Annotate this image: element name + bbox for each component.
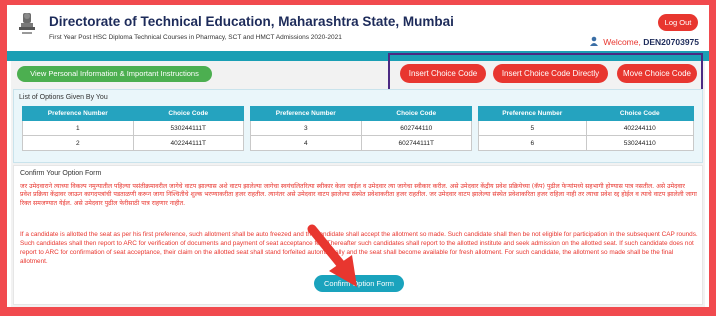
preference-table-1: Preference Number Choice Code 1 53024411… (22, 106, 244, 151)
table-row: 4 602744111T (250, 135, 472, 151)
preference-number: 2 (22, 135, 134, 151)
marathi-instructions: जर उमेदवाराने त्याच्या विकल्प नमुन्यातील… (20, 183, 697, 207)
username: DEN20703975 (643, 37, 699, 47)
confirm-section-title: Confirm Your Option Form (20, 170, 102, 177)
emblem-logo (19, 13, 35, 34)
preference-table-2: Preference Number Choice Code 3 60274411… (250, 106, 472, 151)
col-header-choice-code: Choice Code (360, 106, 472, 121)
col-header-choice-code: Choice Code (132, 106, 244, 121)
page-title: Directorate of Technical Education, Maha… (49, 14, 454, 29)
welcome-label: Welcome, (603, 37, 641, 47)
preference-number: 4 (250, 135, 362, 151)
annotation-highlight-box (388, 53, 703, 93)
choice-code: 530244111T (132, 120, 244, 136)
choice-code: 402244110 (585, 120, 694, 136)
col-header-preference: Preference Number (22, 106, 134, 121)
confirm-option-form-button[interactable]: Confirm Option Form (314, 275, 404, 292)
options-list-title: List of Options Given By You (19, 94, 108, 101)
preference-number: 5 (478, 120, 587, 136)
header: Directorate of Technical Education, Maha… (7, 5, 709, 51)
logout-button[interactable]: Log Out (658, 14, 698, 31)
confirm-option-form-section: Confirm Your Option Form जर उमेदवाराने त… (13, 165, 703, 305)
choice-code: 602744111T (360, 135, 472, 151)
options-list-section: List of Options Given By You Preference … (13, 89, 703, 163)
table-row: 6 530244110 (478, 135, 694, 151)
choice-code: 530244110 (585, 135, 694, 151)
preference-table-3: Preference Number Choice Code 5 40224411… (478, 106, 694, 151)
app-frame: Directorate of Technical Education, Maha… (7, 5, 709, 307)
preference-number: 3 (250, 120, 362, 136)
page-subtitle: First Year Post HSC Diploma Technical Co… (49, 34, 342, 41)
table-row: 5 402244110 (478, 120, 694, 136)
english-instructions: If a candidate is allotted the seat as p… (20, 231, 698, 265)
preference-number: 1 (22, 120, 134, 136)
table-row: 2 402244111T (22, 135, 244, 151)
preference-number: 6 (478, 135, 587, 151)
col-header-preference: Preference Number (478, 106, 587, 121)
col-header-preference: Preference Number (250, 106, 362, 121)
user-icon (589, 36, 598, 46)
choice-code: 402244111T (132, 135, 244, 151)
col-header-choice-code: Choice Code (585, 106, 694, 121)
welcome-text: Welcome, DEN20703975 (589, 36, 699, 47)
view-personal-info-button[interactable]: View Personal Information & Important In… (17, 66, 212, 82)
choice-code: 602744110 (360, 120, 472, 136)
table-row: 3 602744110 (250, 120, 472, 136)
table-row: 1 530244111T (22, 120, 244, 136)
